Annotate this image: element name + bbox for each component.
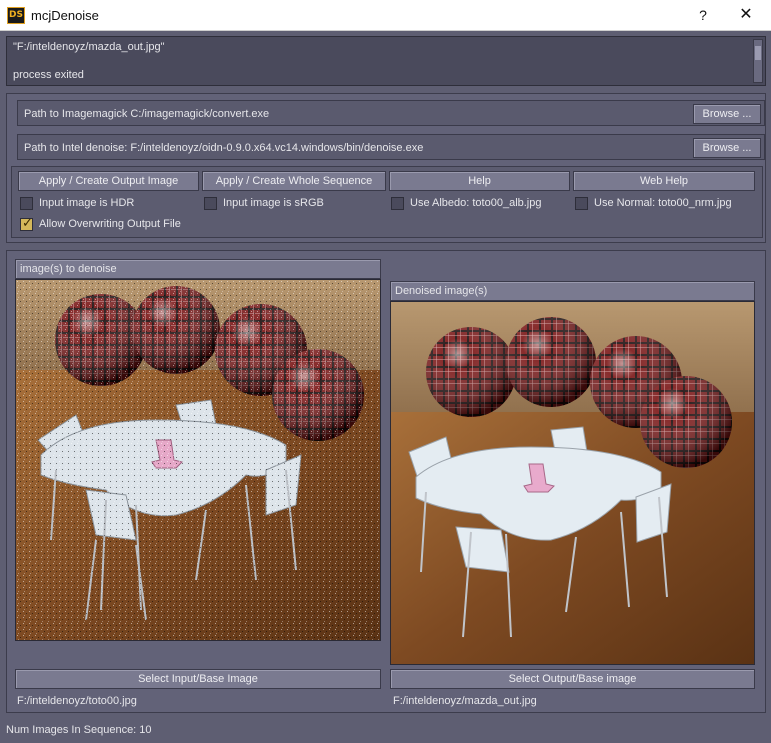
apply-sequence-button[interactable]: Apply / Create Whole Sequence [202, 171, 386, 191]
overwrite-checkbox[interactable] [20, 216, 33, 231]
web-help-button[interactable]: Web Help [573, 171, 755, 191]
srgb-checkbox[interactable] [204, 197, 217, 210]
title-bar: DS mcjDenoise ? ✕ [0, 0, 771, 31]
output-image [390, 301, 755, 665]
output-panel-header: Denoised image(s) [390, 281, 755, 301]
albedo-label: Use Albedo: toto00_alb.jpg [410, 197, 542, 209]
browse-imagemagick-button[interactable]: Browse ... [693, 104, 761, 124]
input-path: F:/inteldenoyz/toto00.jpg [17, 695, 137, 707]
normal-label: Use Normal: toto00_nrm.jpg [594, 197, 732, 209]
denoise-path-label: Path to Intel denoise: F:/inteldenoyz/oi… [24, 142, 424, 154]
normal-checkbox[interactable] [575, 197, 588, 210]
albedo-checkbox[interactable] [391, 197, 404, 210]
input-image [15, 279, 381, 641]
hdr-label: Input image is HDR [39, 197, 135, 209]
options-group: Apply / Create Output Image Apply / Crea… [11, 166, 763, 238]
app-icon: DS [7, 7, 25, 24]
output-path: F:/inteldenoyz/mazda_out.jpg [393, 695, 537, 707]
select-output-button[interactable]: Select Output/Base image [390, 669, 755, 689]
imagemagick-path-label: Path to Imagemagick C:/imagemagick/conve… [24, 108, 270, 120]
images-group: image(s) to denoise Select Input/Base Im… [6, 250, 766, 713]
input-panel-header: image(s) to denoise [15, 259, 381, 279]
imagemagick-path-row: Path to Imagemagick C:/imagemagick/conve… [17, 100, 765, 126]
srgb-label: Input image is sRGB [223, 197, 324, 209]
log-scrollbar[interactable] [753, 39, 763, 83]
hdr-checkbox[interactable] [20, 197, 33, 210]
select-input-button[interactable]: Select Input/Base Image [15, 669, 381, 689]
scrollbar-thumb[interactable] [755, 46, 761, 60]
help-icon[interactable]: ? [688, 4, 718, 26]
process-log[interactable]: "F:/inteldenoyz/mazda_out.jpg" process e… [6, 36, 766, 86]
settings-group: Path to Imagemagick C:/imagemagick/conve… [6, 93, 766, 243]
apply-output-button[interactable]: Apply / Create Output Image [18, 171, 199, 191]
sequence-status: Num Images In Sequence: 10 [6, 724, 152, 736]
help-button[interactable]: Help [389, 171, 570, 191]
window-title: mcjDenoise [31, 8, 99, 23]
close-icon[interactable]: ✕ [731, 4, 761, 26]
log-line: "F:/inteldenoyz/mazda_out.jpg" [13, 41, 165, 53]
overwrite-label: Allow Overwriting Output File [39, 218, 181, 230]
log-line: process exited [13, 69, 84, 81]
browse-denoise-button[interactable]: Browse ... [693, 138, 761, 158]
denoise-path-row: Path to Intel denoise: F:/inteldenoyz/oi… [17, 134, 765, 160]
